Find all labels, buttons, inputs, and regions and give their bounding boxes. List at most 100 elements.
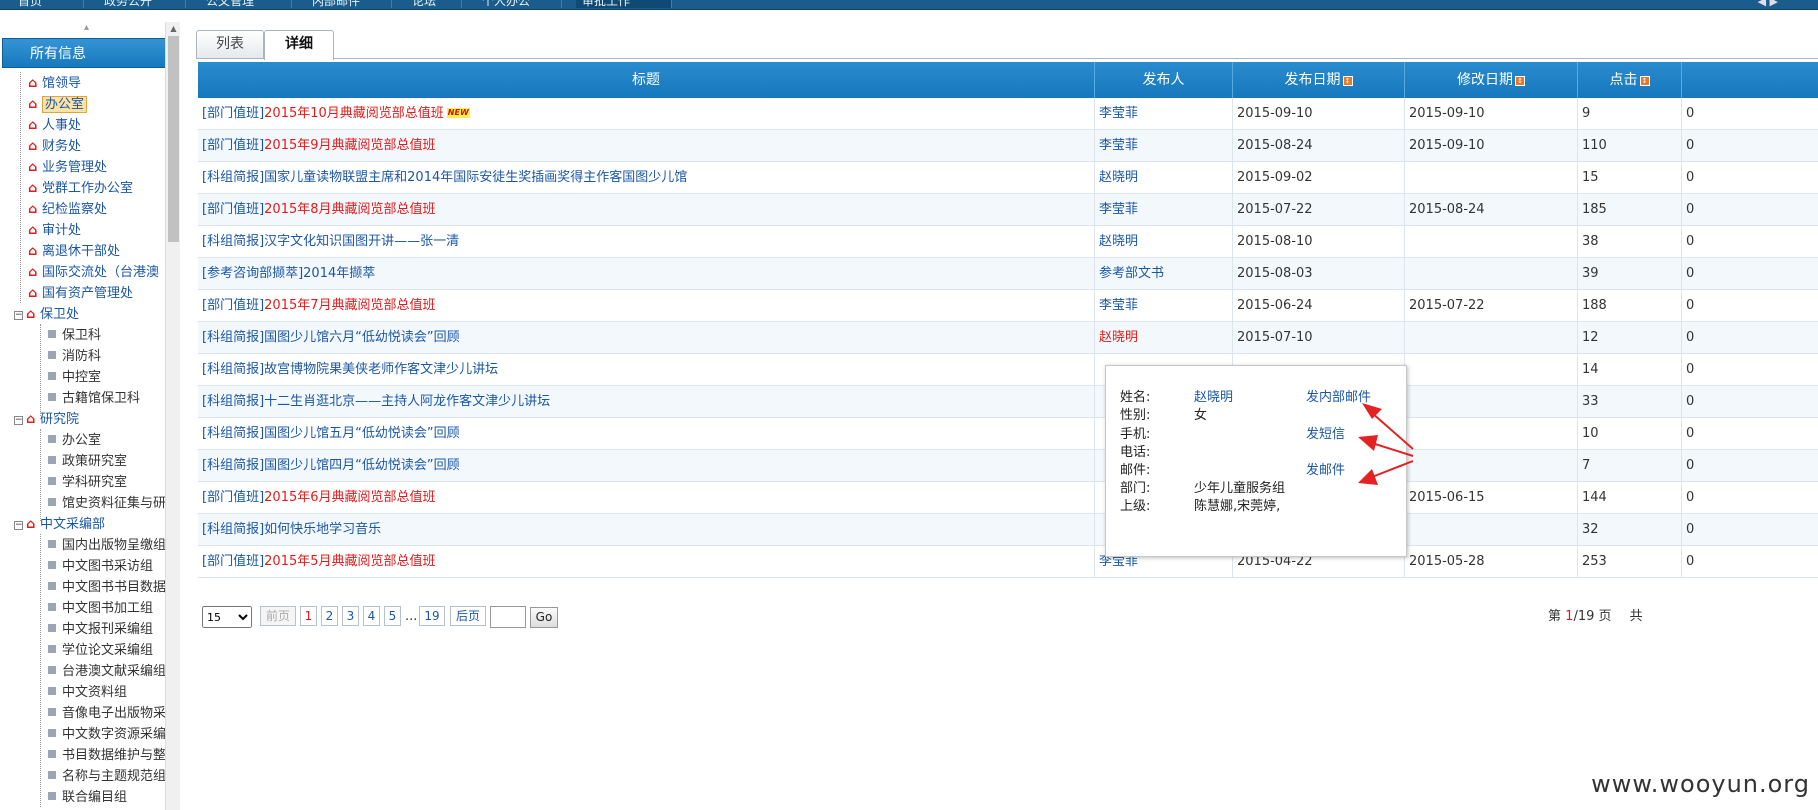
column-header-modify-date[interactable]: 修改日期 ↕ (1405, 62, 1578, 98)
publisher-link[interactable]: 李莹菲 (1099, 202, 1138, 217)
tree-item[interactable]: 馆史资料征集与研 (48, 495, 166, 513)
title-link[interactable]: 2015年8月典藏阅览部总值班 (264, 202, 435, 217)
tree-item[interactable]: ⌂ 人事处 (28, 117, 81, 135)
title-link[interactable]: 2015年6月典藏阅览部总值班 (264, 490, 435, 505)
tree-item[interactable]: 中文图书书目数据 (48, 579, 166, 597)
publisher-link[interactable]: 李莹菲 (1099, 138, 1138, 153)
publisher-link[interactable]: 赵晓明 (1099, 330, 1138, 345)
title-link[interactable]: 2015年9月典藏阅览部总值班 (264, 138, 435, 153)
column-header-publisher[interactable]: 发布人 (1095, 62, 1233, 98)
scrollbar-thumb[interactable] (168, 36, 179, 242)
tree-item[interactable]: − ⌂ 中文采编部 (14, 516, 105, 534)
topnav-item[interactable]: 首页 (12, 0, 84, 8)
tree-item[interactable]: 古籍馆保卫科 (48, 390, 140, 408)
tree-item[interactable]: 政策研究室 (48, 453, 127, 471)
topnav-item[interactable]: 公文管理 (200, 0, 292, 8)
category-tag[interactable]: [科组简报] (202, 426, 264, 441)
tree-item[interactable]: ⌂ 馆领导 (28, 75, 81, 93)
category-tag[interactable]: [部门值班] (202, 138, 264, 153)
page-size-select[interactable]: 15 (202, 606, 252, 628)
category-tag[interactable]: [科组简报] (202, 522, 264, 537)
publisher-link[interactable]: 参考部文书 (1099, 266, 1164, 281)
topnav-item[interactable]: 论坛 (406, 0, 462, 8)
table-row[interactable]: [科组简报]国图少儿馆六月“低幼悦读会”回顾 赵晓明 2015-07-10 12 0 (198, 322, 1818, 354)
tree-item[interactable]: 中文资料组 (48, 684, 127, 702)
tree-item[interactable]: − ⌂ 研究院 (14, 411, 79, 429)
tree-item[interactable]: ⌂ 纪检监察处 (28, 201, 107, 219)
table-row[interactable]: [参考咨询部撷萃]2014年撷萃 参考部文书 2015-08-03 39 0 (198, 258, 1818, 290)
category-tag[interactable]: [部门值班] (202, 202, 264, 217)
tree-item[interactable]: ⌂ 国有资产管理处 (28, 285, 133, 303)
category-tag[interactable]: [部门值班] (202, 106, 264, 121)
next-page-button[interactable]: 后页 (450, 606, 486, 626)
collapse-toggle-icon[interactable]: − (14, 311, 23, 320)
sort-icon[interactable]: ↕ (1342, 76, 1353, 86)
sidebar-scrollbar[interactable]: ▲ (165, 22, 180, 810)
table-row[interactable]: [科组简报]国图少儿馆五月“低幼悦读会”回顾 10 0 (198, 418, 1818, 450)
tree-item[interactable]: 学位论文采编组 (48, 642, 153, 660)
category-tag[interactable]: [科组简报] (202, 170, 264, 185)
table-row[interactable]: [科组简报]国家儿童读物联盟主席和2014年国际安徒生奖插画奖得主作客国图少儿馆… (198, 162, 1818, 194)
tab-detail[interactable]: 详细 (264, 30, 334, 60)
sidebar-collapse-handle[interactable]: ▴ (0, 22, 173, 38)
tree-item[interactable]: 消防科 (48, 348, 101, 366)
sort-icon[interactable]: ↕ (1515, 76, 1525, 86)
category-tag[interactable]: [科组简报] (202, 458, 264, 473)
tree-item[interactable]: ⌂ 审计处 (28, 222, 81, 240)
title-link[interactable]: 十二生肖逛北京——主持人阿龙作客文津少儿讲坛 (264, 394, 550, 409)
go-button[interactable]: Go (530, 607, 558, 628)
category-tag[interactable]: [科组简报] (202, 394, 264, 409)
tree-item[interactable]: 中文数字资源采编 (48, 726, 166, 744)
tree-item[interactable]: 中文报刊采编组 (48, 621, 153, 639)
tree-item[interactable]: − ⌂ 保卫处 (14, 306, 79, 324)
topnav-arrows[interactable]: ◀ ▶ (1758, 0, 1778, 8)
tree-item[interactable]: 学科研究室 (48, 474, 127, 492)
table-row[interactable]: [部门值班]2015年8月典藏阅览部总值班 李莹菲 2015-07-22 2015-0… (198, 194, 1818, 226)
column-header-clicks[interactable]: 点击 ↕ (1578, 62, 1682, 98)
tree-item[interactable]: 保卫科 (48, 327, 101, 345)
tree-item[interactable]: 音像电子出版物采 (48, 705, 166, 723)
prev-page-button[interactable]: 前页 (260, 606, 296, 626)
tab-list[interactable]: 列表 (196, 30, 264, 58)
tree-item[interactable]: 台港澳文献采编组 (48, 663, 166, 681)
table-row[interactable]: [部门值班]2015年10月典藏阅览部总值班 NEW 李莹菲 2015-09-10 20… (198, 98, 1818, 130)
tree-item[interactable]: 中控室 (48, 369, 101, 387)
title-link[interactable]: 2014年撷萃 (303, 266, 375, 281)
title-link[interactable]: 故宫博物院果美侠老师作客文津少儿讲坛 (264, 362, 498, 377)
category-tag[interactable]: [科组简报] (202, 234, 264, 249)
page-link[interactable]: 1 (300, 606, 317, 626)
tree-item[interactable]: 名称与主题规范组 (48, 768, 166, 786)
user-name[interactable]: 赵晓明 (1194, 388, 1233, 408)
page-jump-input[interactable] (490, 606, 526, 628)
category-tag[interactable]: [参考咨询部撷萃] (202, 266, 303, 281)
send-email-link[interactable]: 发邮件 (1306, 461, 1345, 481)
category-tag[interactable]: [科组简报] (202, 362, 264, 377)
table-row[interactable]: [科组简报]汉字文化知识国图开讲——张一清 赵晓明 2015-08-10 38 0 (198, 226, 1818, 258)
topnav-item[interactable]: 审批工作 (576, 0, 672, 8)
table-row[interactable]: [科组简报]十二生肖逛北京——主持人阿龙作客文津少儿讲坛 33 0 (198, 386, 1818, 418)
category-tag[interactable]: [部门值班] (202, 490, 264, 505)
send-internal-mail-link[interactable]: 发内部邮件 (1306, 388, 1371, 408)
page-link-last[interactable]: 19 (419, 606, 445, 626)
tree-item[interactable]: ⌂ 离退休干部处 (28, 243, 120, 261)
tree-item[interactable]: 联合编目组 (48, 789, 127, 807)
title-link[interactable]: 国图少儿馆六月“低幼悦读会”回顾 (264, 330, 459, 345)
category-tag[interactable]: [科组简报] (202, 330, 264, 345)
table-row[interactable]: [部门值班]2015年6月典藏阅览部总值班 2015-06-15 144 0 (198, 482, 1818, 514)
tree-item[interactable]: 办公室 (48, 432, 101, 450)
topnav-item[interactable]: 内部邮件 (306, 0, 392, 8)
title-link[interactable]: 如何快乐地学习音乐 (264, 522, 381, 537)
table-row[interactable]: [部门值班]2015年5月典藏阅览部总值班 李莹菲 2015-04-22 2015-0… (198, 546, 1818, 578)
tree-item[interactable]: 中文图书加工组 (48, 600, 153, 618)
table-row[interactable]: [部门值班]2015年7月典藏阅览部总值班 李莹菲 2015-06-24 2015-0… (198, 290, 1818, 322)
category-tag[interactable]: [部门值班] (202, 298, 264, 313)
publisher-link[interactable]: 赵晓明 (1099, 234, 1138, 249)
topnav-item[interactable]: 政务公开 (98, 0, 186, 8)
publisher-link[interactable]: 赵晓明 (1099, 170, 1138, 185)
scroll-up-icon[interactable]: ▲ (166, 22, 181, 35)
send-sms-link[interactable]: 发短信 (1306, 425, 1345, 445)
tree-item[interactable]: 书目数据维护与整 (48, 747, 166, 765)
tree-item[interactable]: 国内出版物呈缴组 (48, 537, 166, 555)
title-link[interactable]: 汉字文化知识国图开讲——张一清 (264, 234, 459, 249)
tree-item[interactable]: ⌂ 办公室 (28, 96, 88, 114)
